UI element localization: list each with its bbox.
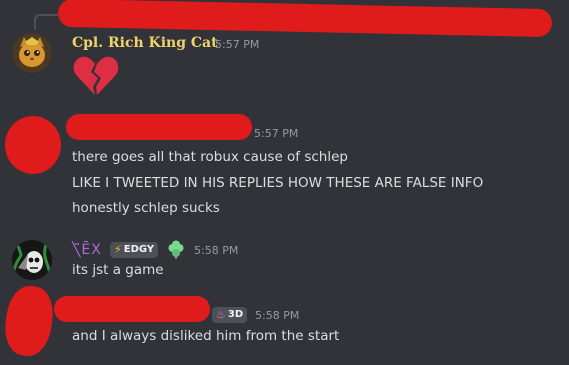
message-author[interactable]: Cpl. Rich King Cat [72, 35, 218, 51]
guild-tag[interactable]: ⚡ EDGY [110, 242, 159, 258]
message-text: there goes all that robux cause of schle… [72, 149, 348, 165]
message-text: honestly schlep sucks [72, 200, 220, 216]
cat-avatar-image [12, 33, 52, 73]
redacted-reply-preview[interactable] [57, 0, 553, 38]
message-text: LIKE I TWEETED IN HIS REPLIES HOW THESE … [72, 175, 484, 191]
message-timestamp: 5:58 PM [194, 244, 239, 257]
clover-icon [168, 240, 184, 259]
guild-tag[interactable]: ♨ 3D [212, 307, 248, 323]
redacted-avatar[interactable] [5, 116, 61, 174]
broken-heart-emoji[interactable] [71, 54, 121, 98]
redacted-username[interactable] [54, 296, 210, 322]
message-timestamp: 5:57 PM [254, 127, 299, 140]
reply-connector [34, 14, 58, 30]
chat-view: Cpl. Rich King Cat 5:57 PM 5:57 PM there… [0, 0, 569, 365]
lightning-icon: ⚡ [114, 243, 122, 256]
message-timestamp: 5:57 PM [215, 38, 260, 51]
user-avatar[interactable] [12, 240, 52, 280]
skull-avatar-image [12, 240, 52, 280]
message-timestamp: 5:58 PM [255, 309, 300, 322]
tag-label: 3D [227, 309, 244, 320]
flame-icon: ♨ [216, 308, 226, 321]
cat-avatar[interactable] [12, 33, 52, 73]
redacted-username[interactable] [66, 114, 252, 140]
redacted-avatar[interactable] [1, 283, 57, 359]
message-text: its jst a game [72, 262, 164, 278]
tag-label: EDGY [123, 244, 155, 255]
message-author[interactable]: ╲̃ĒХ [72, 242, 102, 258]
clover-badge-icon[interactable] [166, 240, 186, 260]
message-text: and I always disliked him from the start [72, 328, 340, 344]
broken-heart-icon [73, 56, 119, 95]
